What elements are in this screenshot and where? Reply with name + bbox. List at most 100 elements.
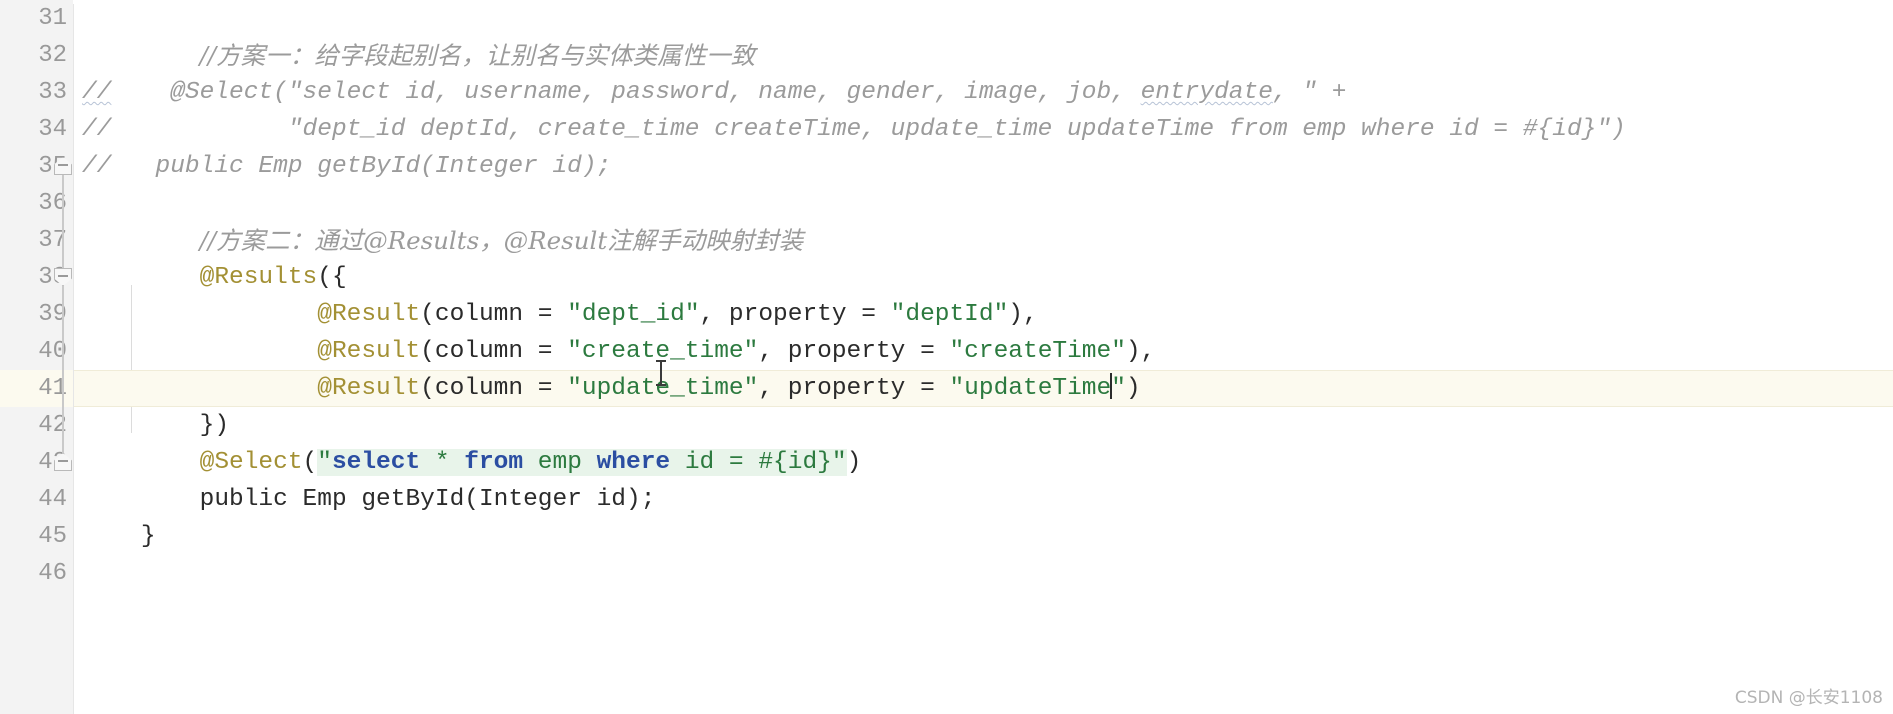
code-line[interactable] — [74, 185, 1893, 222]
code-token: public Emp getById(Integer id); — [111, 153, 612, 180]
code-token: , property = — [758, 375, 950, 402]
code-token: ) — [846, 449, 862, 476]
code-token: id = #{id} — [670, 449, 832, 476]
code-token: (column = — [420, 301, 568, 328]
line-number[interactable]: 40 — [0, 333, 73, 370]
code-token: , property = — [699, 301, 891, 328]
line-number[interactable]: 38 — [0, 259, 73, 296]
line-number[interactable]: 42 — [0, 407, 73, 444]
code-token: public — [199, 486, 288, 513]
code-line[interactable]: @Select("select * from emp where id = #{… — [74, 444, 1893, 481]
code-line[interactable]: //方案一：给字段起别名，让别名与实体类属性一致 — [74, 37, 1893, 74]
line-number[interactable]: 37 — [0, 222, 73, 259]
code-token: * — [420, 449, 465, 476]
code-line[interactable]: // @Select("select id, username, passwor… — [74, 74, 1893, 111]
code-token: Emp getById(Integer id); — [287, 486, 656, 513]
code-token: //方案二：通过@Results，@Result注解手动映射封装 — [199, 226, 804, 255]
code-line[interactable]: // public Emp getById(Integer id); — [74, 148, 1893, 185]
code-token: @Result — [317, 375, 421, 402]
code-token: from — [464, 449, 524, 476]
line-number[interactable]: 34 — [0, 111, 73, 148]
code-line[interactable]: //方案二：通过@Results，@Result注解手动映射封装 — [74, 222, 1893, 259]
line-number[interactable]: 43 — [0, 444, 73, 481]
code-line[interactable] — [74, 555, 1893, 592]
code-token: "deptId" — [890, 301, 1009, 328]
code-token: " — [317, 449, 332, 476]
code-content-area[interactable]: //方案一：给字段起别名，让别名与实体类属性一致// @Select("sele… — [74, 0, 1893, 714]
line-number-text: 39 — [38, 301, 67, 328]
line-number[interactable]: 32 — [0, 37, 73, 74]
code-token: // — [82, 153, 112, 180]
mouse-text-cursor-icon — [656, 360, 666, 386]
code-line[interactable]: @Result(column = "dept_id", property = "… — [74, 296, 1893, 333]
code-token: "update_time" — [567, 375, 759, 402]
code-token: emp — [523, 449, 597, 476]
code-token: (column = — [420, 375, 568, 402]
code-token: where — [596, 449, 671, 476]
code-editor[interactable]: 31 32 33 34 35 36 37 38 39 40 41 42 43 44 45 46 //方案一：给… — [0, 0, 1893, 714]
line-number-text: 41 — [38, 375, 67, 402]
code-token: "dept_id deptId, create_time createTime,… — [111, 116, 1626, 143]
code-line[interactable]: // "dept_id deptId, create_time createTi… — [74, 111, 1893, 148]
code-token: (column = — [420, 338, 568, 365]
line-number-text: 34 — [38, 116, 67, 143]
code-line[interactable]: @Result(column = "create_time", property… — [74, 333, 1893, 370]
code-line[interactable]: @Result(column = "update_time", property… — [74, 370, 1893, 407]
code-token: ), — [1008, 301, 1038, 328]
line-number[interactable]: 33 — [0, 74, 73, 111]
code-lines: //方案一：给字段起别名，让别名与实体类属性一致// @Select("sele… — [74, 0, 1893, 592]
line-number[interactable]: 46 — [0, 555, 73, 592]
code-token: ), — [1125, 338, 1156, 365]
code-line[interactable]: public Emp getById(Integer id); — [74, 481, 1893, 518]
line-number-text: 38 — [38, 264, 67, 291]
code-token: @Result — [317, 301, 421, 328]
code-line[interactable]: @Results({ — [74, 259, 1893, 296]
csdn-watermark: CSDN @长安1108 — [1734, 688, 1883, 708]
code-token: " — [1111, 375, 1126, 402]
line-number-text: 40 — [38, 338, 67, 365]
line-number[interactable]: 36 — [0, 185, 73, 222]
code-token: ( — [302, 449, 318, 476]
line-number[interactable]: 41 — [0, 370, 73, 407]
code-token: , property = — [758, 338, 950, 365]
code-line[interactable] — [74, 0, 1893, 37]
code-token: @Select — [199, 449, 303, 476]
code-line[interactable]: }) — [74, 407, 1893, 444]
line-number-column: 31 32 33 34 35 36 37 38 39 40 41 42 43 44 45 46 — [0, 0, 73, 592]
code-token: "dept_id" — [567, 301, 700, 328]
line-number-text: 44 — [38, 486, 67, 513]
code-token: @Results — [199, 264, 318, 291]
line-number[interactable]: 39 — [0, 296, 73, 333]
editor-top-strip — [73, 0, 1893, 4]
code-token: entrydate — [1140, 79, 1273, 106]
code-token: "updateTime — [949, 375, 1112, 402]
line-number-text: 33 — [38, 79, 67, 106]
line-number-text: 45 — [38, 523, 67, 550]
code-token: } — [140, 523, 156, 550]
editor-gutter[interactable]: 31 32 33 34 35 36 37 38 39 40 41 42 43 44 45 46 — [0, 0, 74, 714]
code-token: "createTime" — [949, 338, 1126, 365]
code-token: ({ — [317, 264, 347, 291]
line-number-text: 36 — [38, 190, 67, 217]
code-token: }) — [199, 412, 230, 439]
code-line[interactable]: } — [74, 518, 1893, 555]
code-token: // — [82, 79, 112, 106]
line-number-text: 31 — [38, 5, 67, 32]
code-token: @Result — [317, 338, 421, 365]
line-number[interactable]: 45 — [0, 518, 73, 555]
code-token: , " + — [1272, 79, 1347, 106]
line-number-text: 32 — [38, 42, 67, 69]
code-token: @Select("select id, username, password, … — [111, 79, 1141, 106]
line-number[interactable]: 31 — [0, 0, 73, 37]
line-number[interactable]: 35 — [0, 148, 73, 185]
line-number[interactable]: 44 — [0, 481, 73, 518]
